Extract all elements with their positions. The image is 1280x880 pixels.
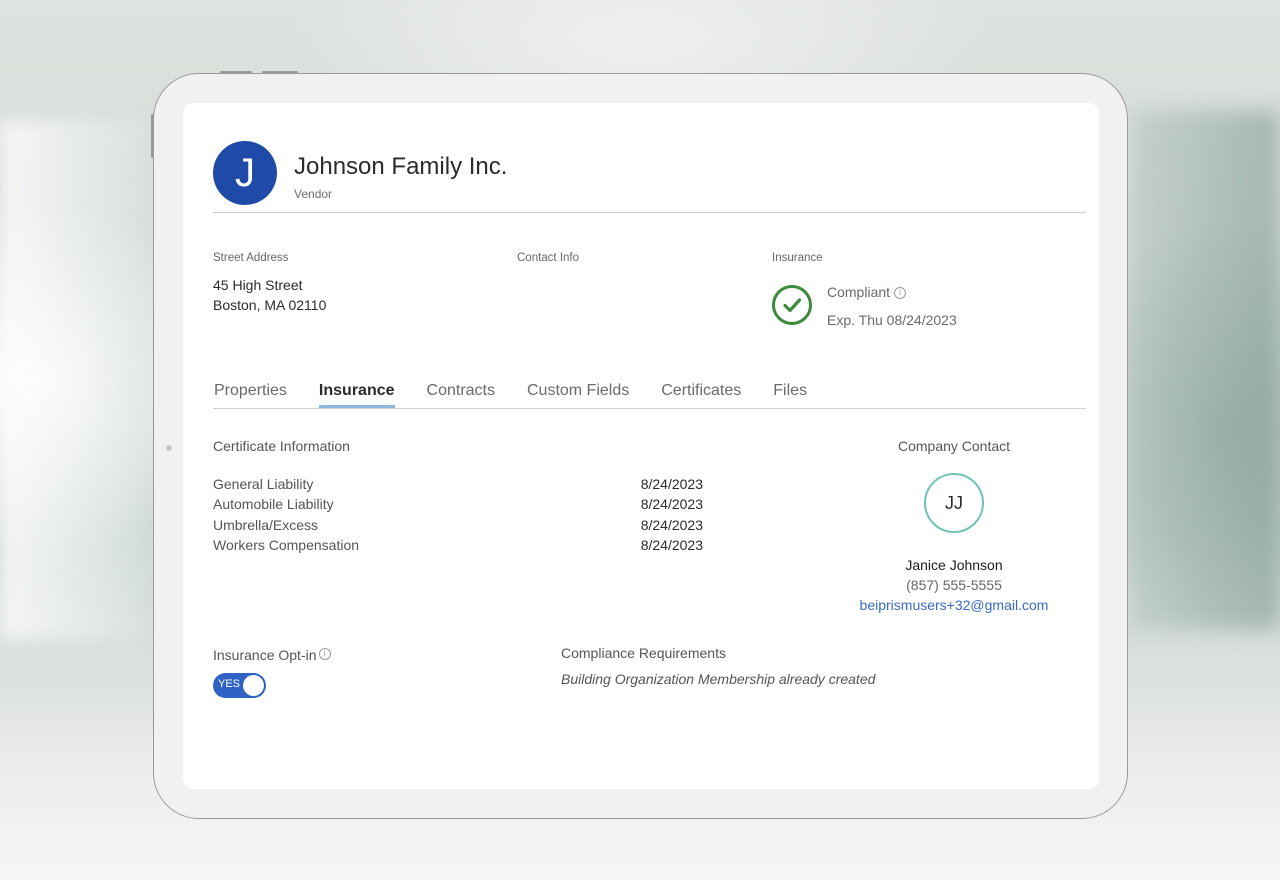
tablet-button-side [151,114,154,158]
compliance-status: Compliant i [827,284,907,300]
contact-email-link[interactable]: beiprismusers+32@gmail.com [804,597,1099,613]
insurance-expiration: Exp. Thu 08/24/2023 [827,312,957,328]
contact-info-label: Contact Info [517,252,580,264]
company-name: Johnson Family Inc. [294,153,508,180]
tab-certificates[interactable]: Certificates [661,382,741,406]
compliant-check-icon [772,285,812,325]
contact-name: Janice Johnson [905,557,1003,573]
tablet-camera [166,445,172,451]
tablet-button-top-1 [220,71,252,74]
background-pillar-right [1130,110,1280,630]
company-type: Vendor [294,187,333,201]
info-icon[interactable]: i [318,648,331,660]
street-address-label: Street Address [213,252,289,264]
certificate-row: Automobile Liability 8/24/2023 [213,494,703,514]
tab-properties[interactable]: Properties [214,382,287,406]
tab-bar: Properties Insurance Contracts Custom Fi… [214,382,839,408]
compliance-requirements-text: Building Organization Membership already… [561,671,876,687]
tabs-divider [213,408,1086,409]
tab-contracts[interactable]: Contracts [427,382,495,406]
info-icon[interactable]: i [894,287,907,300]
tab-files[interactable]: Files [773,382,807,406]
certificate-name: Automobile Liability [213,496,334,513]
insurance-optin-label: Insurance Opt-in i [213,647,331,663]
certificate-information-title: Certificate Information [213,438,350,454]
certificate-date: 8/24/2023 [640,476,703,492]
header-divider [213,212,1086,213]
certificate-date: 8/24/2023 [640,496,703,513]
certificate-row: General Liability 8/24/2023 [213,474,703,494]
insurance-optin-toggle[interactable]: YES [213,673,266,698]
company-contact-title: Company Contact [897,438,1011,454]
certificate-name: Umbrella/Excess [213,516,319,533]
certificate-row: Umbrella/Excess 8/24/2023 [213,515,703,535]
certificate-list: General Liability 8/24/2023 Automobile L… [213,474,703,555]
certificate-name: Workers Compensation [213,536,360,553]
certificate-date: 8/24/2023 [640,516,703,533]
tab-custom-fields[interactable]: Custom Fields [527,382,629,406]
vendor-detail-screen: J Johnson Family Inc. Vendor Street Addr… [183,103,1099,789]
compliance-status-text: Compliant [827,284,891,300]
company-avatar: J [213,141,277,205]
insurance-optin-text: Insurance Opt-in [213,647,317,663]
contact-avatar: JJ [924,473,984,533]
street-address: 45 High Street Boston, MA 02110 [213,275,326,315]
certificate-row: Workers Compensation 8/24/2023 [213,535,703,555]
tab-insurance[interactable]: Insurance [318,382,395,408]
address-line-1: 45 High Street [213,277,303,293]
toggle-knob [243,675,264,696]
address-line-2: Boston, MA 02110 [213,297,327,313]
compliance-requirements-title: Compliance Requirements [561,645,726,661]
tablet-button-top-2 [262,71,298,74]
toggle-label: YES [218,678,241,690]
certificate-name: General Liability [213,476,314,492]
insurance-label: Insurance [772,252,823,264]
certificate-date: 8/24/2023 [640,536,703,553]
contact-phone: (857) 555-5555 [906,577,1002,593]
background-pillar-left [0,120,150,640]
